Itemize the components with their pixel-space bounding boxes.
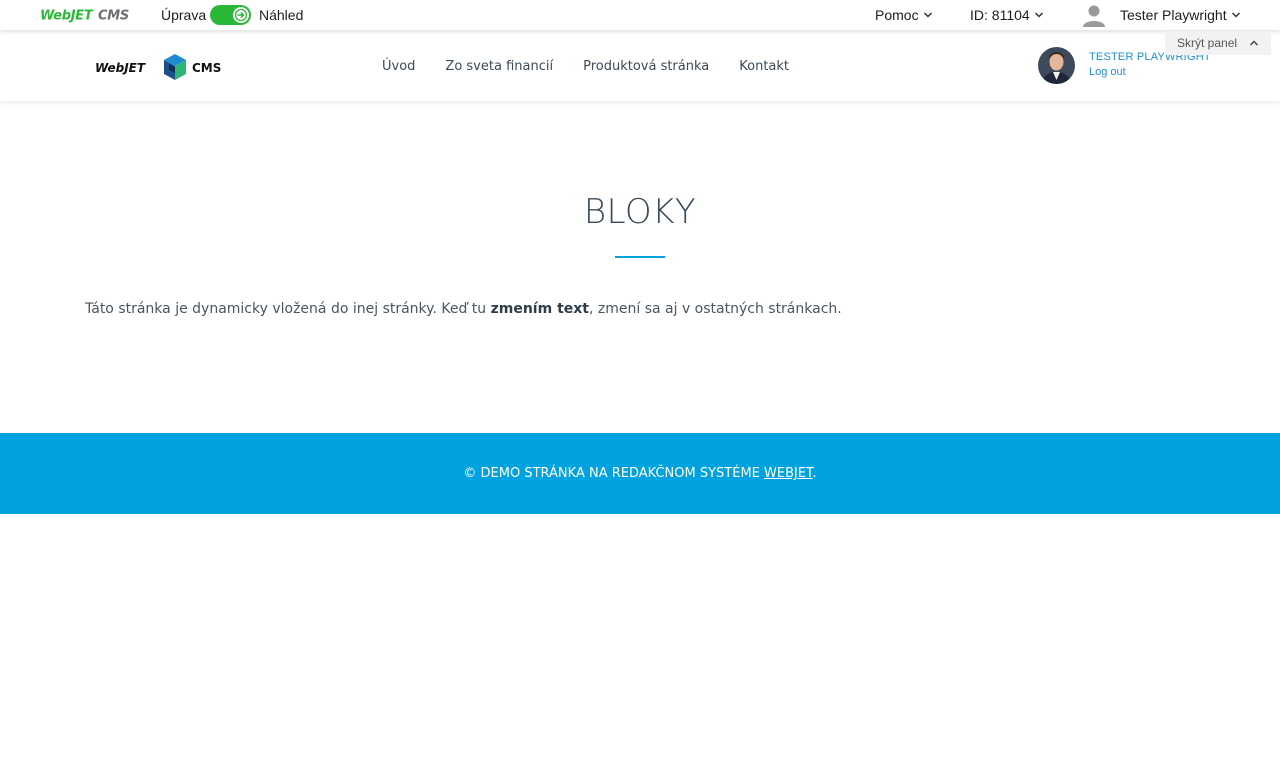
footer-webjet-link[interactable]: WEBJET bbox=[764, 466, 812, 481]
hide-panel-label: Skrýt panel bbox=[1177, 36, 1238, 50]
help-menu[interactable]: Pomoc bbox=[875, 7, 933, 23]
body-text-start: Táto stránka je dynamicky vložená do ine… bbox=[85, 301, 491, 317]
chevron-down-icon bbox=[1231, 12, 1240, 18]
edit-preview-toggle[interactable] bbox=[210, 5, 251, 25]
logout-link[interactable]: Log out bbox=[1089, 66, 1126, 78]
footer-suffix: . bbox=[812, 466, 817, 481]
site-footer: © DEMO STRÁNKA NA REDAKČNOM SYSTÉME WEBJ… bbox=[0, 433, 1280, 514]
body-text-bold: zmením text bbox=[490, 301, 589, 317]
user-avatar-icon bbox=[1083, 5, 1105, 27]
svg-text:WebJET: WebJET bbox=[95, 61, 146, 75]
edit-mode-label: Úprava bbox=[161, 7, 207, 23]
svg-text:WebJET: WebJET bbox=[40, 9, 94, 24]
chevron-up-icon bbox=[1250, 40, 1259, 46]
svg-text:CMS: CMS bbox=[192, 61, 221, 75]
page-id-menu[interactable]: ID: 81104 bbox=[970, 7, 1044, 23]
main-navigation: Úvod Zo sveta financií Produktová stránk… bbox=[382, 59, 819, 74]
footer-copyright: © DEMO STRÁNKA NA REDAKČNOM SYSTÉME bbox=[463, 466, 765, 481]
webjet-cms-logo[interactable]: WebJET CMS bbox=[95, 52, 231, 82]
preview-mode-label: Náhled bbox=[259, 7, 304, 23]
admin-toolbar: WebJET CMS Úprava Náhled Pomoc ID: 81104… bbox=[0, 0, 1280, 30]
user-menu-label: Tester Playwright bbox=[1120, 7, 1227, 23]
profile-avatar[interactable] bbox=[1038, 47, 1075, 84]
footer-text: © DEMO STRÁNKA NA REDAKČNOM SYSTÉME WEBJ… bbox=[463, 466, 816, 481]
hide-panel-button[interactable]: Skrýt panel bbox=[1165, 31, 1271, 55]
nav-item-financie[interactable]: Zo sveta financií bbox=[445, 59, 553, 74]
title-divider bbox=[615, 256, 665, 258]
chevron-down-icon bbox=[1034, 12, 1043, 18]
site-header: WebJET CMS Úvod Zo sveta financií Produk… bbox=[0, 30, 1280, 101]
page-body-text: Táto stránka je dynamicky vložená do ine… bbox=[85, 301, 842, 317]
arrow-right-icon bbox=[233, 7, 249, 23]
help-menu-label: Pomoc bbox=[875, 7, 919, 23]
webjet-admin-logo[interactable]: WebJET CMS bbox=[40, 7, 134, 24]
nav-item-produkt[interactable]: Produktová stránka bbox=[583, 59, 709, 74]
user-menu[interactable]: Tester Playwright bbox=[1082, 3, 1241, 27]
nav-item-kontakt[interactable]: Kontakt bbox=[739, 59, 789, 74]
body-text-end: , zmení sa aj v ostatných stránkach. bbox=[588, 301, 842, 317]
svg-text:CMS: CMS bbox=[98, 9, 129, 24]
nav-item-uvod[interactable]: Úvod bbox=[382, 59, 415, 74]
page-title: BLOKY bbox=[583, 192, 697, 232]
chevron-down-icon bbox=[923, 12, 932, 18]
page-id-label: ID: 81104 bbox=[970, 7, 1030, 23]
